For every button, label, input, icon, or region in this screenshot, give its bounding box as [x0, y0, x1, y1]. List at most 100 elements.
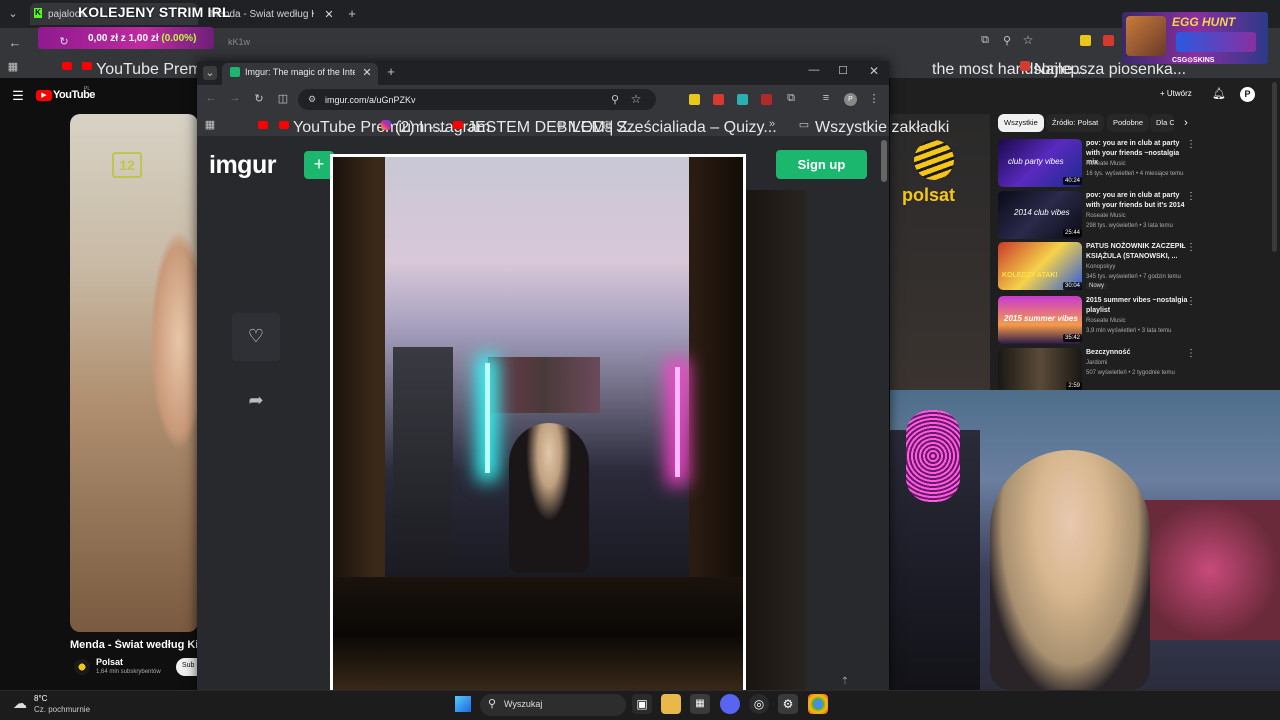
more-options-icon[interactable]: ⋮ — [1186, 242, 1196, 253]
more-options-icon[interactable]: ⋮ — [1186, 296, 1196, 307]
stream-title: KOLEJENY STRIM IRL — [78, 4, 231, 20]
url-text[interactable]: imgur.com/a/uGnPZKv — [325, 95, 416, 105]
zoom-icon[interactable]: ⚲ — [609, 93, 621, 106]
close-window-icon[interactable]: ✕ — [868, 64, 880, 78]
side-panel-icon[interactable]: ◫ — [277, 92, 289, 105]
zoom-icon[interactable]: ⚲ — [1000, 34, 1014, 47]
page-scrollbar[interactable] — [1272, 82, 1277, 252]
taskbar-search[interactable] — [480, 694, 626, 716]
store-icon[interactable]: ▦ — [690, 694, 710, 714]
youtube-bm-icon-3 — [453, 121, 463, 129]
recommendation-item[interactable]: club party vibes 40:24 pov: you are in c… — [998, 139, 1266, 187]
egg-hunt-art — [1176, 32, 1256, 52]
channel-avatar[interactable] — [74, 659, 90, 675]
extension-icon-3[interactable] — [737, 94, 748, 105]
chip-source-polsat[interactable]: Źródło: Polsat — [1046, 114, 1105, 132]
close-tab-icon[interactable]: ✕ — [362, 66, 372, 79]
like-button[interactable]: ♡ — [232, 313, 280, 361]
new-tab-icon[interactable]: + — [385, 64, 397, 79]
video-duration: 40:24 — [1062, 177, 1082, 185]
windows-start-icon[interactable] — [455, 696, 471, 712]
more-options-icon[interactable]: ⋮ — [1186, 191, 1196, 202]
apps-icon[interactable]: ▦ — [6, 60, 20, 73]
tab-search-icon[interactable]: ⌄ — [6, 7, 20, 20]
imgur-favicon — [230, 67, 240, 77]
imgur-logo[interactable]: imgur — [209, 151, 276, 180]
wall-poster — [488, 357, 600, 413]
back-arrow-icon[interactable]: ← — [8, 35, 22, 50]
thumbnail-text: club party vibes — [1008, 157, 1064, 166]
discord-icon[interactable] — [720, 694, 740, 714]
extension-icon-2[interactable] — [713, 94, 724, 105]
donation-percent: (0.00%) — [161, 33, 197, 44]
recommendation-channel: Roseate Music — [1086, 213, 1126, 219]
bookmark-favicon — [1020, 61, 1030, 71]
file-explorer-icon[interactable] — [661, 694, 681, 714]
settings-gear-icon[interactable]: ⚙ — [778, 694, 798, 714]
recommendation-meta: 298 tys. wyświetleń • 3 lata temu — [1086, 223, 1173, 229]
extension-icon[interactable] — [1080, 35, 1091, 46]
more-options-icon[interactable]: ⋮ — [1186, 348, 1196, 359]
menu-icon[interactable]: ☰ — [10, 88, 26, 104]
weather-description[interactable]: Cz. pochmurnie — [34, 705, 90, 714]
new-tab-icon[interactable]: + — [346, 6, 358, 21]
create-button[interactable]: + Utwórz — [1160, 89, 1192, 98]
scroll-to-top-icon[interactable]: ⇡ — [838, 676, 852, 690]
install-icon[interactable]: ⧉ — [978, 34, 992, 47]
chevron-right-icon[interactable]: › — [1180, 117, 1192, 129]
chevron-right-icon[interactable]: » — [766, 118, 778, 130]
bookmark-szescialiada[interactable]: Sześcialiada – Quizy... — [616, 119, 777, 137]
person-reflection — [509, 423, 589, 573]
back-url[interactable]: kK1w — [228, 37, 250, 47]
video-duration: 35:42 — [1062, 334, 1082, 342]
chrome-icon[interactable] — [808, 694, 828, 714]
tab-search-icon[interactable]: ⌄ — [203, 66, 217, 80]
recommendation-channel: Roseate Music — [1086, 318, 1126, 324]
obs-icon[interactable]: ◎ — [749, 694, 769, 714]
chip-for-you[interactable]: Dla C — [1150, 114, 1174, 132]
recommendation-item[interactable]: 2:59 Bezczynność Jardomi 507 wyświetleń … — [998, 348, 1266, 392]
recommendation-channel: Jardomi — [1086, 360, 1108, 366]
bookmark-star-icon[interactable]: ☆ — [630, 92, 642, 106]
extension-icon-2[interactable] — [1103, 35, 1114, 46]
instagram-icon — [381, 120, 391, 130]
recommendation-item[interactable]: 2014 club vibes 25:44 pov: you are in cl… — [998, 191, 1266, 239]
youtube-bm-icon-2 — [279, 121, 289, 129]
profile-avatar[interactable]: P — [844, 93, 857, 106]
chip-similar[interactable]: Podobne — [1107, 114, 1150, 132]
imgur-post-image[interactable] — [330, 154, 746, 690]
close-tab-icon[interactable]: ✕ — [324, 8, 334, 21]
apps-icon[interactable]: ▦ — [203, 118, 217, 131]
extension-icon[interactable] — [689, 94, 700, 105]
signup-button[interactable]: Sign up — [776, 150, 867, 179]
weather-temperature[interactable]: 8°C — [34, 694, 47, 703]
bookmark-star-icon[interactable]: ☆ — [1021, 33, 1035, 47]
recommendation-meta: 16 tys. wyświetleń • 4 miesiące temu — [1086, 171, 1184, 177]
bookmark-all[interactable]: Wszystkie zakładki — [815, 119, 949, 137]
reload-icon[interactable]: ↻ — [253, 92, 265, 105]
forward-arrow-icon[interactable]: → — [229, 92, 241, 104]
share-button[interactable]: ➦ — [240, 390, 272, 416]
site-info-icon[interactable]: ⚙ — [306, 94, 318, 105]
minimize-icon[interactable]: — — [808, 64, 820, 76]
chip-all[interactable]: Wszystkie — [998, 114, 1044, 132]
notifications-bell-icon[interactable]: 🔔︎ — [1212, 87, 1226, 100]
recommendation-item[interactable]: 2015 summer vibes 35:42 2015 summer vibe… — [998, 296, 1266, 344]
more-options-icon[interactable]: ⋮ — [1186, 139, 1196, 150]
extensions-puzzle-icon[interactable]: ⧉ — [785, 92, 797, 105]
media-control-icon[interactable]: ≡ — [820, 92, 832, 104]
back-arrow-icon[interactable]: ← — [205, 92, 217, 104]
recommendation-meta: 3,9 mln wyświetleń • 3 lata temu — [1086, 328, 1172, 334]
task-view-icon[interactable]: ▣ — [632, 694, 652, 714]
bookmark-jestem[interactable]: JESTEM DEBILEM | Z... — [467, 119, 641, 137]
extension-icon-4[interactable] — [761, 94, 772, 105]
weather-cloud-icon[interactable]: ☁ — [10, 695, 30, 712]
more-menu-icon[interactable]: ⋮ — [868, 92, 880, 105]
imgur-scrollbar[interactable] — [881, 140, 887, 182]
maximize-icon[interactable]: ☐ — [837, 64, 849, 77]
subscriber-count: 1,64 mln subskrybentów — [96, 669, 161, 675]
reload-icon[interactable]: ↻ — [58, 35, 70, 48]
recommendation-item[interactable]: KOLEDZY ATAK! 30:04 PATUS NOŻOWNIK ZACZE… — [998, 242, 1266, 292]
channel-name[interactable]: Polsat — [96, 657, 123, 667]
account-avatar[interactable]: P — [1240, 87, 1255, 102]
